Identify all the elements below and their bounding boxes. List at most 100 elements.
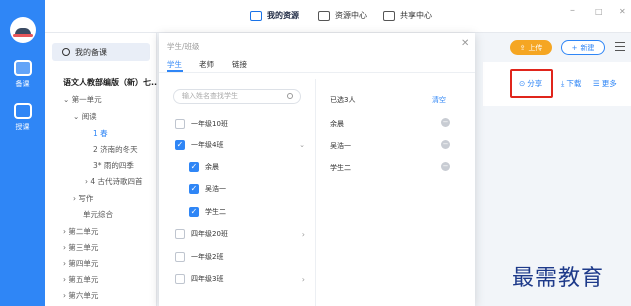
chevron-down-icon[interactable]: ⌄ [299, 141, 305, 149]
folder-icon [250, 10, 262, 21]
checkbox[interactable] [175, 274, 185, 284]
checkbox[interactable] [175, 119, 185, 129]
tree-node-lesson-2[interactable]: 2 济南的冬天 [93, 144, 138, 155]
tree-book[interactable]: 语文人教部编版（新）七... [63, 77, 160, 88]
tree-node-unit1[interactable]: ⌄ 第一单元 [63, 94, 102, 105]
tree-label: 第六单元 [68, 291, 99, 300]
plus-icon: + [571, 43, 578, 52]
rail-item-teach[interactable]: 授课 [0, 103, 45, 132]
class-label: 一年级2班 [191, 253, 224, 261]
tree-node-reading[interactable]: ⌄ 阅读 [73, 111, 97, 122]
top-bar: 我的资源 资源中心 共享中心 – □ ✕ [45, 0, 631, 33]
upload-icon: ⇪ [519, 43, 526, 52]
tree-node-writing[interactable]: › 写作 [73, 193, 93, 204]
book-icon [13, 60, 32, 76]
selected-count: 已选3人 [330, 96, 356, 104]
tab-label: 共享中心 [400, 11, 432, 20]
student-label: 吴浩一 [205, 185, 226, 193]
search-placeholder: 输入姓名查找学生 [182, 92, 238, 100]
student-label: 学生二 [205, 208, 226, 216]
class-row[interactable]: 四年级3班 › [175, 274, 305, 284]
maximize-button[interactable]: □ [595, 7, 603, 16]
class-row[interactable]: ✓ 一年级4班 ⌄ [175, 140, 305, 150]
tab-my-resources[interactable]: 我的资源 [250, 10, 299, 21]
chevron-right-icon: › [63, 291, 66, 300]
class-label: 四年级3班 [191, 275, 224, 283]
tree-label: 单元综合 [83, 210, 113, 219]
checkbox[interactable] [175, 229, 185, 239]
tree-node-unit4[interactable]: › 第四单元 [63, 258, 98, 269]
checkbox-checked[interactable]: ✓ [189, 207, 199, 217]
close-icon[interactable]: ✕ [461, 38, 469, 49]
selected-student: 余晨 − [330, 118, 450, 129]
class-row[interactable]: 四年级20班 › [175, 229, 305, 239]
rail-item-label: 备课 [15, 80, 30, 88]
sidebar: 我的备课 语文人教部编版（新）七... ⌄ 第一单元 ⌄ 阅读 1 春 2 济南… [45, 33, 160, 306]
student-row[interactable]: ✓ 余晨 [189, 162, 305, 172]
remove-icon[interactable]: − [441, 140, 450, 149]
class-label: 一年级10班 [191, 120, 228, 128]
class-label: 四年级20班 [191, 230, 228, 238]
left-rail: 备课 授课 [0, 0, 45, 306]
tree-label: 第二单元 [68, 227, 99, 236]
tree-node-unit-comprehensive[interactable]: 单元综合 [83, 209, 113, 220]
minimize-button[interactable]: – [570, 5, 575, 16]
tab-resource-center[interactable]: 资源中心 [318, 10, 367, 21]
student-search-input[interactable]: 输入姓名查找学生 [173, 89, 301, 104]
tree-node-unit6[interactable]: › 第六单元 [63, 290, 98, 301]
rail-item-label: 授课 [15, 123, 30, 131]
rail-item-prep[interactable]: 备课 [0, 60, 45, 89]
teach-icon [13, 103, 32, 119]
tree-node-lesson-4[interactable]: › 4 古代诗歌四首 [85, 176, 143, 187]
avatar[interactable] [10, 17, 36, 43]
monitor-icon [318, 10, 330, 21]
tab-share-center[interactable]: 共享中心 [383, 10, 432, 21]
tab-students[interactable]: 学生 [167, 59, 182, 70]
remove-icon[interactable]: − [441, 118, 450, 127]
tree-node-lesson-1[interactable]: 1 春 [93, 128, 108, 139]
tree-node-unit3[interactable]: › 第三单元 [63, 242, 98, 253]
download-action[interactable]: ⤓ 下载 [561, 78, 581, 89]
chevron-right-icon: › [63, 259, 66, 268]
tree-node-lesson-3[interactable]: 3* 雨的四季 [93, 160, 134, 171]
upload-button[interactable]: ⇪ 上传 [510, 40, 552, 55]
tab-link[interactable]: 链接 [232, 59, 247, 70]
checkbox[interactable] [175, 252, 185, 262]
class-row[interactable]: 一年级2班 [175, 252, 305, 262]
tree-node-unit2[interactable]: › 第二单元 [63, 226, 98, 237]
my-prep-button[interactable]: 我的备课 [52, 43, 150, 61]
checkbox-checked[interactable]: ✓ [189, 162, 199, 172]
more-action[interactable]: ☰ 更多 [593, 78, 617, 89]
tree-label: 1 春 [93, 129, 108, 138]
close-window-button[interactable]: ✕ [619, 7, 626, 16]
clear-button[interactable]: 清空 [432, 95, 446, 105]
chevron-right-icon: › [85, 177, 88, 186]
checkbox-checked[interactable]: ✓ [189, 184, 199, 194]
share-highlight-box [510, 69, 553, 98]
chevron-right-icon[interactable]: › [302, 275, 305, 284]
selected-student: 吴浩一 − [330, 140, 450, 151]
column-divider [315, 79, 316, 306]
tree-label: 写作 [78, 194, 94, 203]
chevron-right-icon[interactable]: › [302, 230, 305, 239]
student-row[interactable]: ✓ 学生二 [189, 207, 305, 217]
chevron-right-icon: › [63, 227, 66, 236]
tree-label: 2 济南的冬天 [93, 145, 138, 154]
chevron-down-icon: ⌄ [63, 95, 70, 104]
tree-label: 第四单元 [68, 259, 99, 268]
remove-icon[interactable]: − [441, 162, 450, 171]
checkbox-checked[interactable]: ✓ [175, 140, 185, 150]
tab-teachers[interactable]: 老师 [199, 59, 214, 70]
my-prep-label: 我的备课 [75, 47, 107, 57]
new-button[interactable]: + 新建 [561, 40, 605, 55]
student-row[interactable]: ✓ 吴浩一 [189, 184, 305, 194]
selected-name: 吴浩一 [330, 142, 351, 150]
selected-name: 余晨 [330, 120, 344, 128]
search-icon [287, 93, 293, 99]
menu-icon[interactable] [615, 42, 625, 51]
tree-node-unit5[interactable]: › 第五单元 [63, 274, 98, 285]
chevron-right-icon: › [63, 275, 66, 284]
cap-brim [13, 34, 33, 37]
divider [159, 72, 475, 73]
class-row[interactable]: 一年级10班 [175, 119, 305, 129]
